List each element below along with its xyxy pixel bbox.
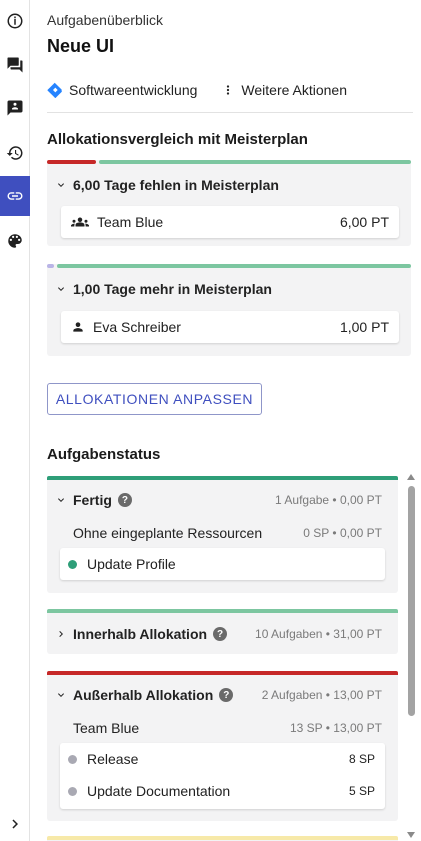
status-group-label: Außerhalb Allokation — [73, 687, 214, 703]
allocation-group-toggle[interactable]: 1,00 Tage mehr in Meisterplan — [55, 281, 272, 297]
allocation-row: Team Blue 6,00 PT — [61, 206, 399, 238]
bar-planned — [99, 160, 411, 164]
status-group-label: Innerhalb Allokation — [73, 626, 208, 642]
info-button[interactable] — [0, 1, 30, 41]
link-icon — [7, 192, 23, 200]
allocation-group-toggle[interactable]: 6,00 Tage fehlen in Meisterplan — [55, 177, 279, 193]
project-label: Softwareentwicklung — [69, 82, 198, 98]
more-actions-label: Weitere Aktionen — [241, 82, 347, 98]
status-group-next — [47, 836, 398, 841]
status-group-meta: 10 Aufgaben • 31,00 PT — [255, 627, 382, 641]
status-subgroup-label: Ohne eingeplante Ressourcen — [73, 525, 263, 541]
links-button[interactable] — [0, 176, 30, 216]
feedback-button[interactable] — [0, 88, 30, 128]
status-subgroup-label: Team Blue — [73, 720, 140, 736]
status-section-title: Aufgabenstatus — [47, 446, 161, 463]
scroll-up-icon[interactable] — [407, 474, 415, 480]
status-group-meta: 1 Aufgabe • 0,00 PT — [275, 493, 382, 507]
person-icon — [73, 322, 83, 332]
task-name: Release — [87, 751, 139, 767]
status-color-bar — [47, 476, 398, 480]
task-item[interactable]: Update Profile — [60, 548, 385, 580]
allocation-group-heading: 6,00 Tage fehlen in Meisterplan — [73, 177, 279, 193]
status-group-done: Fertig ? 1 Aufgabe • 0,00 PT Ohne eingep… — [47, 476, 398, 593]
status-group-outside: Außerhalb Allokation ? 2 Aufgaben • 13,0… — [47, 671, 398, 821]
status-group-toggle[interactable]: Fertig ? 1 Aufgabe • 0,00 PT — [55, 492, 382, 508]
side-rail — [0, 0, 30, 841]
bar-missing — [47, 160, 96, 164]
chevron-right-icon — [59, 631, 63, 637]
status-group-toggle[interactable]: Außerhalb Allokation ? 2 Aufgaben • 13,0… — [55, 687, 382, 703]
status-subgroup: Team Blue 13 SP • 13,00 PT — [73, 720, 382, 736]
info-icon — [7, 13, 23, 29]
status-subgroup-meta: 0 SP • 0,00 PT — [303, 526, 382, 540]
allocation-row-value: 6,00 PT — [339, 214, 389, 230]
status-dot — [68, 754, 77, 764]
chat-icon — [7, 57, 23, 73]
status-dot — [68, 786, 77, 796]
adjust-allocations-button[interactable]: ALLOKATIONEN ANPASSEN — [47, 383, 262, 415]
more-vert-icon — [227, 85, 230, 95]
task-item[interactable]: Update Documentation 5 SP — [60, 775, 385, 807]
bar-planned — [57, 264, 411, 268]
allocation-row-value: 1,00 PT — [339, 319, 389, 335]
chevron-down-icon — [58, 183, 64, 187]
more-actions-button[interactable]: Weitere Aktionen — [221, 82, 347, 98]
page-title: Neue UI — [47, 36, 115, 56]
breadcrumb: Aufgabenüberblick — [47, 12, 163, 28]
task-name: Update Documentation — [87, 783, 231, 799]
scroll-thumb[interactable] — [408, 486, 415, 716]
task-story-points: 8 SP — [348, 752, 375, 766]
allocation-section-title: Allokationsvergleich mit Meisterplan — [47, 131, 308, 148]
allocation-row-label: Team Blue — [97, 214, 164, 230]
palette-icon — [8, 234, 22, 248]
status-color-bar — [47, 609, 398, 613]
allocation-row: Eva Schreiber 1,00 PT — [61, 311, 399, 343]
help-icon[interactable]: ? — [117, 493, 132, 507]
team-icon — [71, 217, 89, 227]
status-group-label: Fertig — [73, 492, 112, 508]
help-icon[interactable]: ? — [213, 627, 228, 641]
project-link[interactable]: Softwareentwicklung — [47, 82, 197, 98]
allocation-group-extra: 1,00 Tage mehr in Meisterplan Eva Schrei… — [47, 264, 411, 356]
main-panel: Aufgabenüberblick Neue UI Softwareentwic… — [31, 0, 421, 841]
status-group-within: Innerhalb Allokation ? 10 Aufgaben • 31,… — [47, 609, 398, 654]
history-button[interactable] — [0, 133, 30, 173]
allocation-group-heading: 1,00 Tage mehr in Meisterplan — [73, 281, 272, 297]
task-name: Update Profile — [87, 556, 176, 572]
expand-rail-button[interactable] — [0, 804, 30, 841]
history-icon — [6, 146, 23, 160]
allocation-row-label: Eva Schreiber — [93, 319, 181, 335]
bar-extra — [47, 264, 54, 268]
action-bar: Softwareentwicklung Weitere Aktionen — [47, 76, 413, 104]
status-group-toggle[interactable]: Innerhalb Allokation ? 10 Aufgaben • 31,… — [55, 626, 382, 642]
help-icon[interactable]: ? — [219, 688, 234, 702]
divider — [47, 112, 413, 113]
chevron-right-icon — [12, 819, 18, 829]
task-list: Release 8 SP Update Documentation 5 SP — [60, 743, 385, 809]
scroll-down-icon[interactable] — [407, 832, 415, 838]
status-subgroup: Ohne eingeplante Ressourcen 0 SP • 0,00 … — [73, 525, 382, 541]
task-item[interactable]: Release 8 SP — [60, 743, 385, 775]
task-story-points: 5 SP — [348, 784, 375, 798]
status-color-bar — [47, 836, 398, 840]
status-group-meta: 2 Aufgaben • 13,00 PT — [261, 688, 382, 702]
jira-icon — [47, 82, 62, 98]
comments-button[interactable] — [0, 45, 30, 85]
feedback-icon — [7, 100, 23, 116]
appearance-button[interactable] — [0, 221, 30, 261]
chevron-down-icon — [58, 498, 64, 502]
status-color-bar — [47, 671, 398, 675]
allocation-group-missing: 6,00 Tage fehlen in Meisterplan Team Blu… — [47, 160, 411, 246]
status-subgroup-meta: 13 SP • 13,00 PT — [289, 721, 382, 735]
status-dot — [68, 559, 77, 569]
chevron-down-icon — [58, 693, 64, 697]
chevron-down-icon — [58, 287, 64, 291]
status-scrollbar[interactable] — [405, 470, 417, 840]
